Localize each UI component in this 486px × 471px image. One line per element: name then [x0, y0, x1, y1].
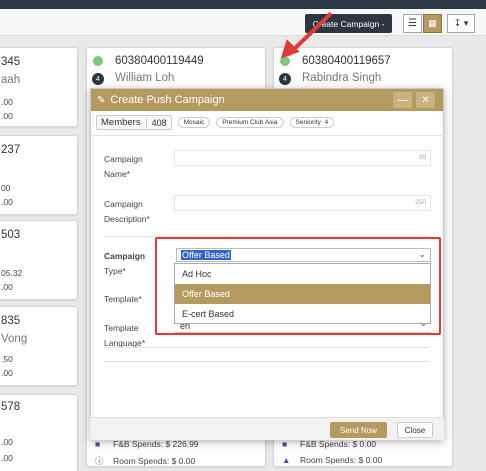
member-card[interactable]: 503 05.32 .00 [0, 220, 78, 300]
member-name: Vong [1, 333, 28, 345]
member-name: Rabindra Singh [302, 72, 382, 84]
list-icon: ☰ [408, 18, 417, 29]
member-number: 237 [1, 144, 21, 156]
member-name: aah [1, 74, 21, 86]
member-card[interactable]: 578 .00 .00 [0, 394, 78, 471]
divider [104, 361, 430, 362]
member-number: 60380400119657 [302, 55, 391, 67]
room-spends: ▲ Room Spends: $ 0.00 [282, 455, 383, 465]
member-spend: .00 [1, 111, 13, 121]
campaign-description-label: Campaign Description* [104, 199, 150, 224]
filter-button[interactable]: ↧ ▾ [447, 14, 475, 33]
question-icon: ⓘ [95, 456, 104, 466]
grid-view-button[interactable]: ▦ [423, 14, 442, 33]
member-spend: .00 [1, 197, 13, 207]
member-spend: .00 [1, 282, 13, 292]
modal-title: Create Push Campaign [110, 94, 225, 106]
member-number: 578 [1, 401, 21, 413]
campaign-name-input[interactable]: 99 [174, 150, 431, 166]
android-icon: ▲ [282, 455, 291, 465]
fb-spends: ■ F&B Spends: $ 0.00 [282, 439, 377, 449]
highlight-box [155, 237, 441, 335]
list-view-button[interactable]: ☰ [403, 14, 422, 33]
tier-badge: 4 [92, 73, 104, 85]
top-bar [0, 0, 486, 9]
member-card[interactable]: 835 Vong .50 .00 [0, 306, 78, 386]
member-name: William Loh [115, 72, 175, 84]
close-button[interactable]: Close [397, 422, 433, 438]
status-dot [93, 56, 103, 66]
modal-header: ✎ Create Push Campaign — ✕ [91, 89, 443, 111]
campaign-type-label: Campaign Type* [104, 251, 146, 276]
member-card[interactable]: 237 00 .00 [0, 135, 78, 215]
member-spend: .00 [1, 437, 13, 447]
filter-icon: ↧ ▾ [453, 18, 469, 28]
segment-tag[interactable]: Mosaic [177, 117, 211, 128]
tier-badge: 4 [279, 73, 291, 85]
campaign-name-label: Campaign Name* [104, 154, 143, 179]
modal-footer: Send Now Close [90, 417, 444, 440]
char-limit: 250 [415, 199, 426, 206]
segment-tag[interactable]: Seniority 4 [289, 117, 335, 128]
member-number: 503 [1, 229, 21, 241]
campaign-description-input[interactable]: 250 [174, 195, 431, 211]
members-count: 408 [145, 117, 167, 128]
close-modal-button[interactable]: ✕ [416, 92, 435, 108]
member-number: 345 [1, 56, 21, 68]
member-number: 835 [1, 315, 21, 327]
char-limit: 99 [418, 154, 426, 161]
member-number: 60380400119449 [115, 55, 204, 67]
divider [104, 347, 430, 348]
members-row: Members 408 Mosaic Premium Club Asia Sen… [96, 115, 335, 130]
member-spend: 05.32 [1, 268, 23, 278]
member-card[interactable]: 345 aah .00 .00 [0, 47, 78, 127]
user-icon: ■ [282, 439, 288, 449]
member-spend: .00 [1, 368, 13, 378]
members-count-box: Members 408 [96, 115, 172, 130]
send-now-button[interactable]: Send Now [330, 422, 387, 438]
fb-spends: ■ F&B Spends: $ 226.99 [95, 439, 199, 449]
member-spend: .50 [1, 354, 13, 364]
segment-tag[interactable]: Premium Club Asia [216, 117, 284, 128]
toolbar: Create Campaign - ☰ ▦ ↧ ▾ [0, 9, 486, 36]
template-label: Template* [104, 294, 142, 304]
minimize-button[interactable]: — [393, 92, 412, 108]
member-spend: .00 [1, 97, 13, 107]
user-icon: ■ [95, 439, 101, 449]
edit-icon: ✎ [97, 94, 106, 106]
members-label: Members [101, 117, 141, 128]
grid-icon: ▦ [428, 18, 437, 28]
room-spends: ⓘ Room Spends: $ 0.00 [95, 456, 196, 466]
member-spend: .00 [1, 453, 13, 463]
member-spend: 00 [1, 183, 11, 193]
divider [91, 135, 445, 136]
